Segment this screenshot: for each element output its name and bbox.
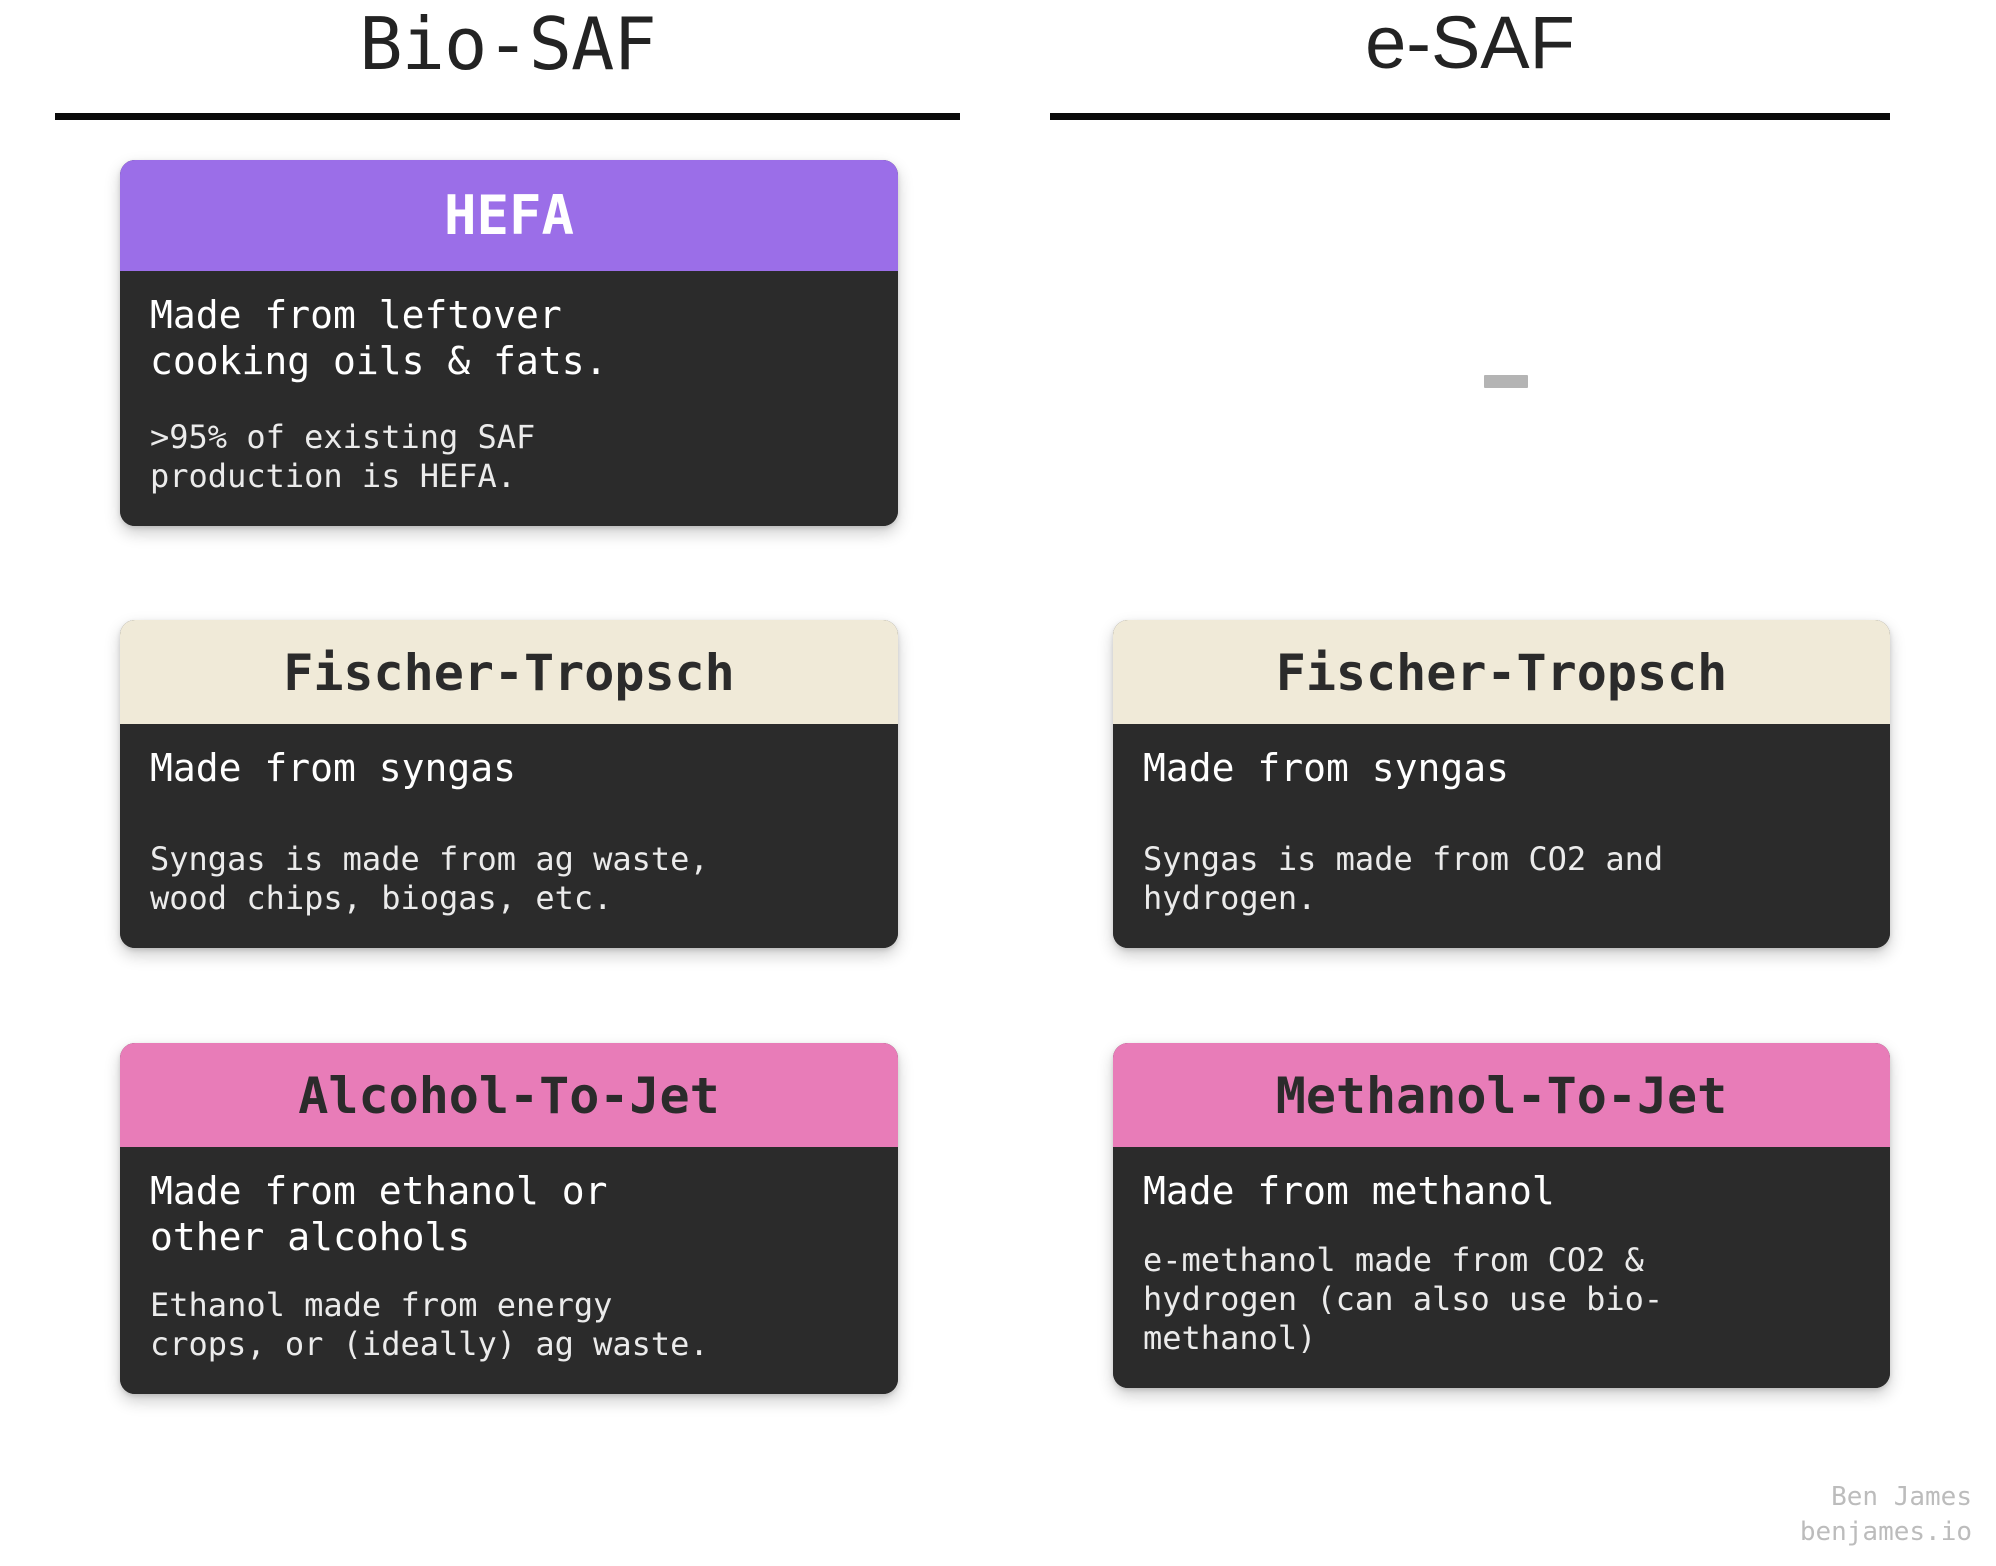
column-title-e-saf: e-SAF [1365, 1, 1575, 84]
card-body-methanol-to-jet: Made from methanol e-methanol made from … [1113, 1147, 1890, 1388]
card-body-bio-fischer-tropsch: Made from syngas Syngas is made from ag … [120, 724, 898, 948]
card-header-alcohol-to-jet: Alcohol-To-Jet [120, 1043, 898, 1147]
column-rule-e-saf [1050, 113, 1890, 120]
card-sub-text-hefa: >95% of existing SAF production is HEFA. [150, 418, 536, 496]
card-sub-text-alcohol-to-jet: Ethanol made from energy crops, or (idea… [150, 1286, 709, 1364]
card-hefa[interactable]: HEFA Made from leftover cooking oils & f… [120, 160, 898, 527]
card-main-text-alcohol-to-jet: Made from ethanol or other alcohols [150, 1169, 608, 1259]
credit-block: Ben James benjames.io [1800, 1480, 1972, 1550]
infographic-canvas: Bio-SAF HEFA Made from leftover cooking … [0, 0, 1996, 1566]
card-sub-text-bio-fischer-tropsch: Syngas is made from ag waste, wood chips… [150, 839, 709, 917]
card-main-text-methanol-to-jet: Made from methanol [1143, 1169, 1555, 1213]
card-main-text-hefa: Made from leftover cooking oils & fats. [150, 293, 608, 383]
card-main-text-e-fischer-tropsch: Made from syngas [1143, 746, 1510, 790]
credit-site: benjames.io [1799, 1516, 1972, 1547]
card-header-hefa: HEFA [120, 160, 898, 271]
card-sub-text-e-fischer-tropsch: Syngas is made from CO2 and hydrogen. [1143, 839, 1664, 917]
card-body-alcohol-to-jet: Made from ethanol or other alcohols Etha… [120, 1147, 898, 1395]
card-header-methanol-to-jet: Methanol-To-Jet [1113, 1043, 1890, 1147]
column-rule-bio-saf [55, 113, 960, 120]
card-main-text-bio-fischer-tropsch: Made from syngas [150, 746, 517, 790]
card-methanol-to-jet[interactable]: Methanol-To-Jet Made from methanol e-met… [1113, 1043, 1890, 1388]
card-sub-text-methanol-to-jet: e-methanol made from CO2 & hydrogen (can… [1143, 1240, 1664, 1357]
card-e-fischer-tropsch[interactable]: Fischer-Tropsch Made from syngas Syngas … [1113, 620, 1890, 948]
card-header-e-fischer-tropsch: Fischer-Tropsch [1113, 620, 1890, 724]
column-title-bio-saf: Bio-SAF [359, 2, 656, 86]
card-body-e-fischer-tropsch: Made from syngas Syngas is made from CO2… [1113, 724, 1890, 948]
card-body-hefa: Made from leftover cooking oils & fats. … [120, 271, 898, 527]
empty-slot-dash-icon [1484, 375, 1528, 388]
credit-author: Ben James [1831, 1481, 1972, 1512]
card-alcohol-to-jet[interactable]: Alcohol-To-Jet Made from ethanol or othe… [120, 1043, 898, 1395]
card-header-bio-fischer-tropsch: Fischer-Tropsch [120, 620, 898, 724]
card-bio-fischer-tropsch[interactable]: Fischer-Tropsch Made from syngas Syngas … [120, 620, 898, 948]
